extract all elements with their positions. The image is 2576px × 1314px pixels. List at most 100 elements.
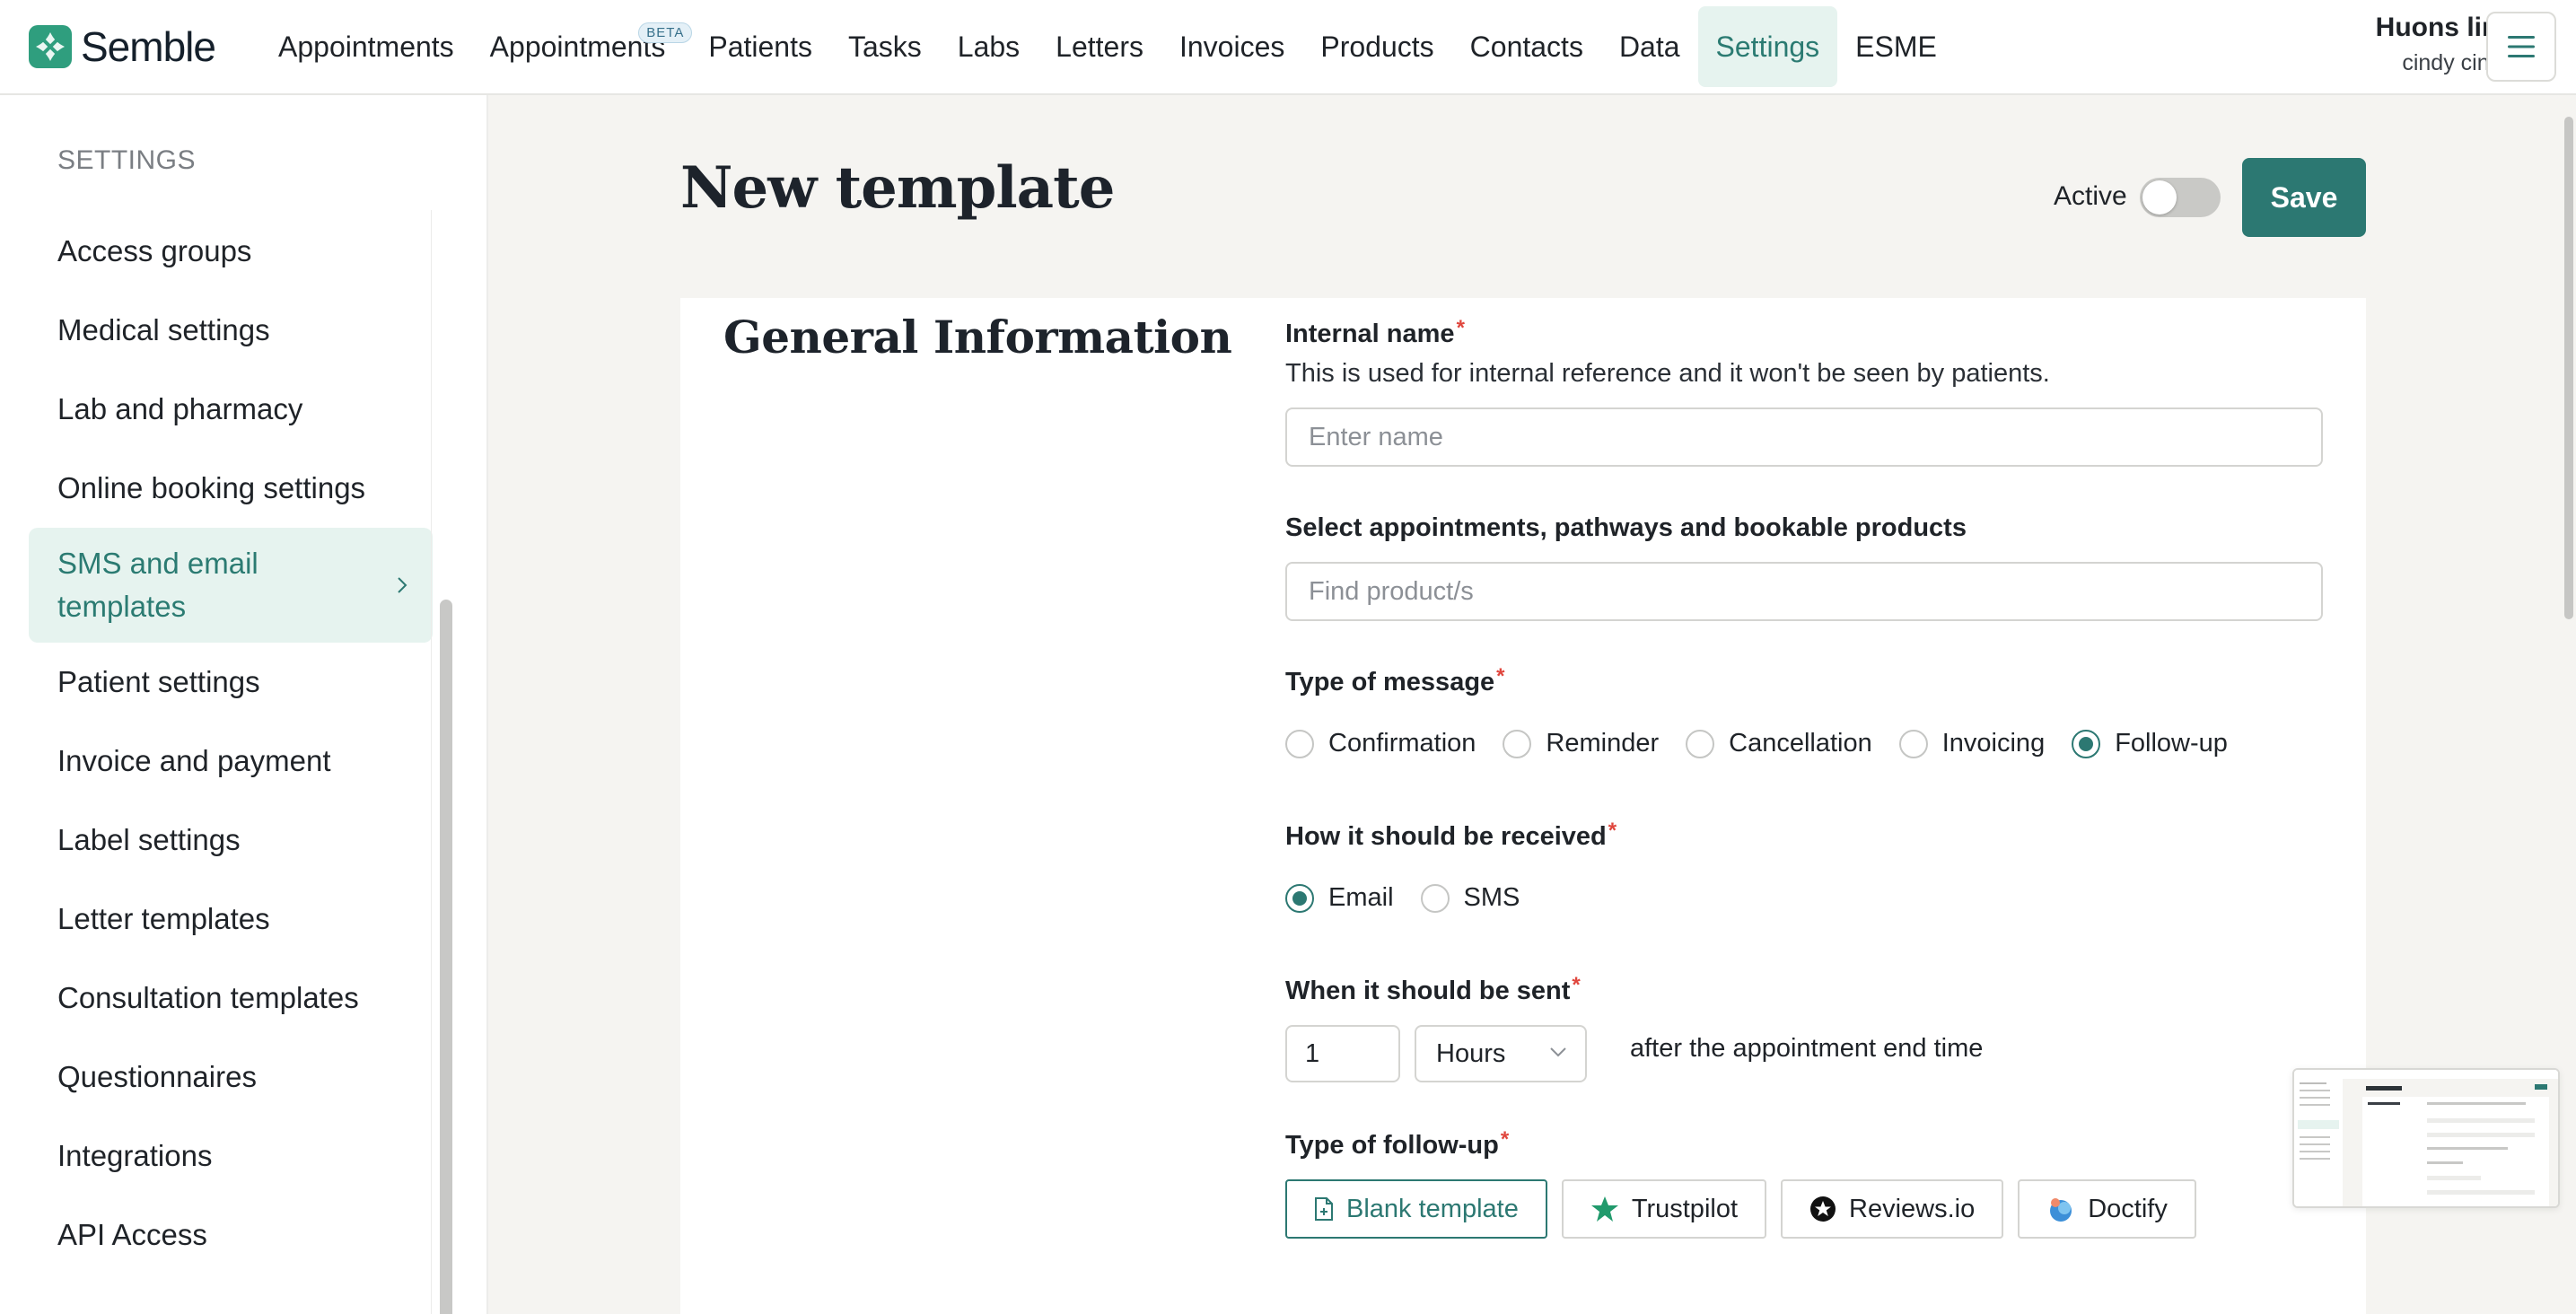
nav-label: Appointments bbox=[278, 30, 454, 63]
nav-labs[interactable]: Labs bbox=[940, 6, 1038, 87]
send-amount-input[interactable] bbox=[1285, 1025, 1400, 1082]
radio-invoicing[interactable]: Invoicing bbox=[1898, 729, 2046, 758]
toggle-knob bbox=[2142, 180, 2177, 215]
sidebar-item-lab-and-pharmacy[interactable]: Lab and pharmacy bbox=[29, 370, 433, 449]
semble-logo[interactable]: Semble bbox=[29, 23, 216, 70]
nav-data[interactable]: Data bbox=[1601, 6, 1698, 87]
sidebar-item-letter-templates[interactable]: Letter templates bbox=[29, 880, 433, 959]
trustpilot-button[interactable]: Trustpilot bbox=[1561, 1179, 1767, 1239]
sidebar-item-api-access[interactable]: API Access bbox=[29, 1196, 433, 1275]
follow-up-options: Blank template Trustpilot Reviews.io Doc… bbox=[1285, 1179, 2211, 1239]
reviews-io-star-icon bbox=[1809, 1196, 1836, 1222]
page-scrollbar-thumb[interactable] bbox=[2564, 117, 2573, 619]
chevron-down-icon bbox=[1550, 1047, 1566, 1057]
active-toggle[interactable] bbox=[2140, 178, 2221, 217]
sidebar-item-sms-email-templates[interactable]: SMS and email templates bbox=[29, 528, 433, 643]
nav-letters[interactable]: Letters bbox=[1038, 6, 1161, 87]
message-type-radio-group: Confirmation Reminder Cancellation Invoi… bbox=[1285, 729, 2255, 758]
radio-cancellation[interactable]: Cancellation bbox=[1686, 729, 1872, 758]
send-unit-select[interactable]: Hours bbox=[1415, 1025, 1587, 1082]
sidebar-scrollbar-thumb[interactable] bbox=[440, 600, 452, 1314]
radio-label: Reminder bbox=[1546, 729, 1660, 758]
sidebar-item-label-settings[interactable]: Label settings bbox=[29, 801, 433, 880]
save-button[interactable]: Save bbox=[2242, 158, 2366, 237]
nav-patients[interactable]: Patients bbox=[690, 6, 830, 87]
doctify-icon bbox=[2046, 1196, 2075, 1222]
sidebar-item-online-booking[interactable]: Online booking settings bbox=[29, 449, 433, 528]
sidebar-item-label: Label settings bbox=[57, 823, 241, 856]
radio-sms[interactable]: SMS bbox=[1420, 883, 1520, 913]
nav-label: Labs bbox=[957, 30, 1021, 63]
radio-circle bbox=[1420, 883, 1450, 913]
message-type-label: Type of message* bbox=[1285, 664, 1505, 697]
label-text: Type of follow-up bbox=[1285, 1131, 1499, 1160]
beta-badge: BETA bbox=[638, 22, 693, 43]
nav-tasks[interactable]: Tasks bbox=[830, 6, 940, 87]
nav-products[interactable]: Products bbox=[1302, 6, 1451, 87]
nav-label: ESME bbox=[1855, 30, 1937, 63]
label-text: Type of message bbox=[1285, 668, 1495, 696]
blank-template-button[interactable]: Blank template bbox=[1285, 1179, 1547, 1239]
required-asterisk: * bbox=[1496, 664, 1505, 688]
label-text: How it should be received bbox=[1285, 822, 1607, 851]
page-title: New template bbox=[680, 154, 1115, 222]
sidebar-item-label: Invoice and payment bbox=[57, 744, 331, 777]
radio-label: Invoicing bbox=[1941, 729, 2046, 758]
settings-sidebar: SETTINGS Access groups Medical settings … bbox=[0, 95, 488, 1314]
button-label: Blank template bbox=[1346, 1194, 1519, 1223]
sidebar-item-label: Lab and pharmacy bbox=[57, 392, 303, 425]
sidebar-item-label: SMS and email templates bbox=[57, 547, 258, 623]
reviews-io-button[interactable]: Reviews.io bbox=[1781, 1179, 2004, 1239]
nav-appointments[interactable]: Appointments bbox=[260, 6, 472, 87]
sidebar-item-questionnaires[interactable]: Questionnaires bbox=[29, 1038, 433, 1117]
radio-circle bbox=[1285, 729, 1314, 758]
hamburger-menu-icon bbox=[2508, 36, 2535, 57]
radio-circle bbox=[1503, 729, 1532, 758]
nav-label: Data bbox=[1618, 30, 1680, 63]
nav-label: Contacts bbox=[1469, 30, 1583, 63]
radio-reminder[interactable]: Reminder bbox=[1503, 729, 1659, 758]
nav-label: Tasks bbox=[847, 30, 922, 63]
top-navigation-bar: Semble Appointments Appointments BETA Pat… bbox=[0, 0, 2576, 95]
user-info[interactable]: Huons link cindy cindy bbox=[2298, 13, 2513, 76]
sidebar-item-medical-settings[interactable]: Medical settings bbox=[29, 291, 433, 370]
nav-invoices[interactable]: Invoices bbox=[1161, 6, 1302, 87]
radio-label: Confirmation bbox=[1328, 729, 1476, 758]
nav-label: Letters bbox=[1056, 30, 1143, 63]
find-products-input[interactable] bbox=[1285, 562, 2323, 621]
user-org: Huons link bbox=[2375, 13, 2513, 42]
button-label: Trustpilot bbox=[1631, 1194, 1739, 1223]
sidebar-item-label: API Access bbox=[57, 1218, 207, 1251]
nav-contacts[interactable]: Contacts bbox=[1452, 6, 1601, 87]
label-text: When it should be sent bbox=[1285, 977, 1571, 1005]
sidebar-item-label: Integrations bbox=[57, 1139, 213, 1172]
radio-email[interactable]: Email bbox=[1285, 883, 1394, 913]
sidebar-item-consultation-templates[interactable]: Consultation templates bbox=[29, 959, 433, 1038]
main-nav: Appointments Appointments BETA Patients T… bbox=[260, 0, 1955, 93]
radio-label: SMS bbox=[1463, 883, 1520, 912]
section-title: General Information bbox=[723, 311, 1232, 364]
nav-label: Patients bbox=[708, 30, 812, 63]
sidebar-item-label: Access groups bbox=[57, 234, 252, 267]
radio-follow-up[interactable]: Follow-up bbox=[2072, 729, 2228, 758]
send-suffix-text: after the appointment end time bbox=[1630, 1034, 1984, 1063]
internal-name-input[interactable] bbox=[1285, 407, 2323, 467]
nav-settings[interactable]: Settings bbox=[1697, 6, 1838, 87]
sidebar-heading: SETTINGS bbox=[57, 145, 197, 175]
menu-button[interactable] bbox=[2486, 12, 2556, 82]
sidebar-item-integrations[interactable]: Integrations bbox=[29, 1117, 433, 1196]
nav-label: Settings bbox=[1715, 30, 1820, 63]
button-label: Doctify bbox=[2088, 1194, 2168, 1223]
sidebar-item-patient-settings[interactable]: Patient settings bbox=[29, 643, 433, 722]
screenshot-thumbnail[interactable] bbox=[2292, 1068, 2560, 1208]
internal-name-help: This is used for internal reference and … bbox=[1285, 359, 2050, 388]
nav-appointments-beta[interactable]: Appointments BETA bbox=[472, 6, 693, 87]
sidebar-item-invoice-payment[interactable]: Invoice and payment bbox=[29, 722, 433, 801]
sidebar-item-access-groups[interactable]: Access groups bbox=[29, 212, 433, 291]
nav-esme[interactable]: ESME bbox=[1837, 6, 1955, 87]
required-asterisk: * bbox=[1500, 1127, 1510, 1152]
doctify-button[interactable]: Doctify bbox=[2018, 1179, 2196, 1239]
radio-label: Email bbox=[1328, 883, 1394, 912]
radio-confirmation[interactable]: Confirmation bbox=[1285, 729, 1476, 758]
products-label: Select appointments, pathways and bookab… bbox=[1285, 513, 1967, 542]
